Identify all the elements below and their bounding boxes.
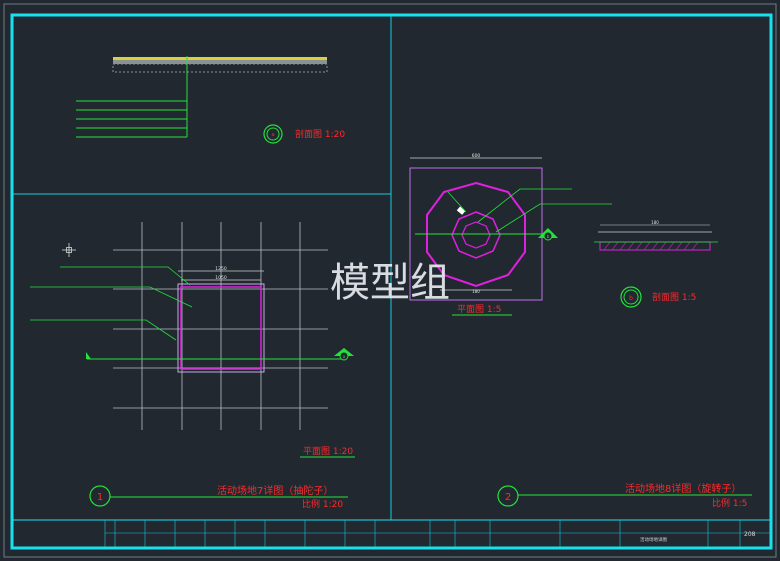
- detail-number-right: 2: [505, 492, 511, 503]
- section-mark-right: b: [547, 234, 550, 239]
- handle-block: [456, 206, 466, 215]
- left-plan: 1250 1050 a 平面图 1:20 1 活动场地7详图（抽陀子） 比例 1…: [30, 222, 355, 510]
- section-dim-text: 180: [651, 220, 659, 225]
- cad-drawing: a 剖面图 1:20 1250 1050 a 平面图 1:20 1 活动场地7详…: [3, 3, 777, 558]
- right-plan: 600 180 b 平面图 1:5 180 b 剖面图 1:5 2 活动场地8详…: [409, 153, 752, 509]
- detail-scale-right: 比例 1:5: [712, 497, 747, 509]
- grid-lines: [113, 222, 328, 430]
- octagon-middle: [451, 211, 501, 259]
- section-circle-right-label: b: [629, 295, 633, 302]
- detail-scale-left: 比例 1:20: [302, 498, 343, 510]
- octagon-inner: [461, 221, 491, 249]
- plan-title-left: 平面图 1:20: [303, 446, 353, 457]
- detail-title-left: 活动场地7详图（抽陀子）: [217, 484, 333, 497]
- detail-number-left: 1: [97, 492, 103, 503]
- dim-top-right: 600: [472, 153, 481, 159]
- sheet-number: 208: [744, 531, 756, 538]
- base-layer: [113, 60, 327, 64]
- section-title: 剖面图 1:20: [295, 128, 345, 140]
- dim-top: 1250: [215, 266, 227, 272]
- dim-bottom-right: 180: [472, 289, 480, 294]
- section-title-right: 剖面图 1:5: [652, 291, 696, 303]
- dim-inner: 1050: [215, 275, 227, 281]
- detail-title-right: 活动场地8详图（旋转子）: [625, 482, 741, 495]
- paving-layer: [113, 57, 327, 60]
- section-circle-label: a: [271, 132, 274, 138]
- title-block: 活动场地详图 208: [13, 519, 771, 547]
- subbase-layer: [112, 63, 328, 73]
- crosshair-cursor-icon: [62, 243, 76, 257]
- plan-title-right: 平面图 1:5: [457, 304, 501, 315]
- top-left-section: a 剖面图 1:20: [76, 56, 345, 144]
- drawing-name: 活动场地详图: [640, 536, 667, 543]
- cut-arrow-left: [86, 352, 91, 359]
- watermark-text: 模型组: [330, 260, 450, 306]
